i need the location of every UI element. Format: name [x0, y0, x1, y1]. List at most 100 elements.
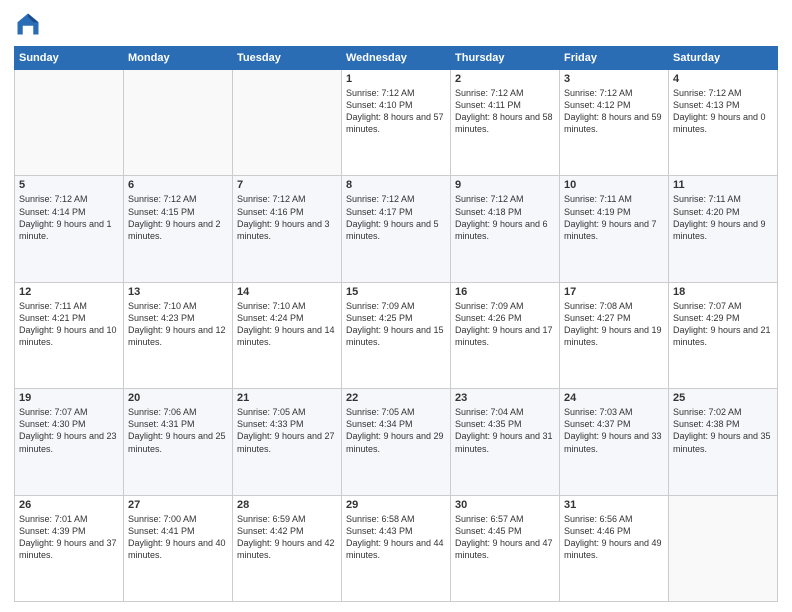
- day-number: 11: [673, 179, 773, 191]
- day-number: 21: [237, 392, 337, 404]
- calendar-cell: 18 Sunrise: 7:07 AM Sunset: 4:29 PM Dayli…: [669, 282, 778, 388]
- day-number: 19: [19, 392, 119, 404]
- page: SundayMondayTuesdayWednesdayThursdayFrid…: [0, 0, 792, 612]
- calendar-cell: 27Sunrise: 7:00 AM Sunset: 4:41 PM Dayli…: [124, 495, 233, 601]
- day-info: Sunrise: 7:12 AM Sunset: 4:13 PM Dayligh…: [673, 87, 773, 136]
- calendar-cell: [233, 70, 342, 176]
- calendar-cell: 6 Sunrise: 7:12 AM Sunset: 4:15 PM Daylig…: [124, 176, 233, 282]
- calendar-cell: 3 Sunrise: 7:12 AM Sunset: 4:12 PM Daylig…: [560, 70, 669, 176]
- day-info: Sunrise: 7:10 AM Sunset: 4:23 PM Dayligh…: [128, 300, 228, 349]
- day-number: 28: [237, 499, 337, 511]
- day-number: 22: [346, 392, 446, 404]
- day-number: 12: [19, 286, 119, 298]
- day-info: Sunrise: 7:12 AM Sunset: 4:12 PM Dayligh…: [564, 87, 664, 136]
- calendar-cell: 15 Sunrise: 7:09 AM Sunset: 4:25 PM Dayli…: [342, 282, 451, 388]
- calendar-cell: [124, 70, 233, 176]
- day-info: Sunrise: 7:12 AM Sunset: 4:14 PM Dayligh…: [19, 193, 119, 242]
- day-number: 31: [564, 499, 664, 511]
- calendar-cell: 26 Sunrise: 7:01 AM Sunset: 4:39 PM Dayli…: [15, 495, 124, 601]
- day-info: Sunrise: 7:12 AM Sunset: 4:15 PM Dayligh…: [128, 193, 228, 242]
- day-info: Sunrise: 7:05 AM Sunset: 4:33 PM Dayligh…: [237, 406, 337, 455]
- calendar-cell: 13 Sunrise: 7:10 AM Sunset: 4:23 PM Dayli…: [124, 282, 233, 388]
- day-number: 4: [673, 73, 773, 85]
- calendar-cell: 12Sunrise: 7:11 AM Sunset: 4:21 PM Dayli…: [15, 282, 124, 388]
- calendar-header-wednesday: Wednesday: [342, 47, 451, 70]
- day-number: 2: [455, 73, 555, 85]
- logo-icon: [14, 10, 42, 38]
- calendar-week-4: 19 Sunrise: 7:07 AM Sunset: 4:30 PM Dayli…: [15, 389, 778, 495]
- calendar-cell: 22Sunrise: 7:05 AM Sunset: 4:34 PM Dayli…: [342, 389, 451, 495]
- calendar-cell: 20 Sunrise: 7:06 AM Sunset: 4:31 PM Dayli…: [124, 389, 233, 495]
- day-info: Sunrise: 7:07 AM Sunset: 4:29 PM Dayligh…: [673, 300, 773, 349]
- calendar-cell: [15, 70, 124, 176]
- day-info: Sunrise: 7:09 AM Sunset: 4:26 PM Dayligh…: [455, 300, 555, 349]
- day-info: Sunrise: 7:12 AM Sunset: 4:11 PM Dayligh…: [455, 87, 555, 136]
- day-info: Sunrise: 6:56 AM Sunset: 4:46 PM Dayligh…: [564, 513, 664, 562]
- calendar-cell: 16Sunrise: 7:09 AM Sunset: 4:26 PM Dayli…: [451, 282, 560, 388]
- day-number: 7: [237, 179, 337, 191]
- day-info: Sunrise: 7:06 AM Sunset: 4:31 PM Dayligh…: [128, 406, 228, 455]
- day-number: 13: [128, 286, 228, 298]
- day-number: 15: [346, 286, 446, 298]
- day-info: Sunrise: 6:58 AM Sunset: 4:43 PM Dayligh…: [346, 513, 446, 562]
- day-number: 3: [564, 73, 664, 85]
- calendar-cell: 7 Sunrise: 7:12 AM Sunset: 4:16 PM Daylig…: [233, 176, 342, 282]
- calendar-cell: 19 Sunrise: 7:07 AM Sunset: 4:30 PM Dayli…: [15, 389, 124, 495]
- calendar-cell: 10Sunrise: 7:11 AM Sunset: 4:19 PM Dayli…: [560, 176, 669, 282]
- calendar-cell: 5 Sunrise: 7:12 AM Sunset: 4:14 PM Daylig…: [15, 176, 124, 282]
- calendar-cell: 29 Sunrise: 6:58 AM Sunset: 4:43 PM Dayli…: [342, 495, 451, 601]
- day-info: Sunrise: 7:11 AM Sunset: 4:19 PM Dayligh…: [564, 193, 664, 242]
- day-number: 20: [128, 392, 228, 404]
- calendar-header-saturday: Saturday: [669, 47, 778, 70]
- day-number: 17: [564, 286, 664, 298]
- calendar-cell: 1Sunrise: 7:12 AM Sunset: 4:10 PM Daylig…: [342, 70, 451, 176]
- day-info: Sunrise: 7:07 AM Sunset: 4:30 PM Dayligh…: [19, 406, 119, 455]
- calendar-week-5: 26 Sunrise: 7:01 AM Sunset: 4:39 PM Dayli…: [15, 495, 778, 601]
- calendar-cell: 4 Sunrise: 7:12 AM Sunset: 4:13 PM Daylig…: [669, 70, 778, 176]
- calendar-cell: 24 Sunrise: 7:03 AM Sunset: 4:37 PM Dayli…: [560, 389, 669, 495]
- day-number: 1: [346, 73, 446, 85]
- day-info: Sunrise: 7:04 AM Sunset: 4:35 PM Dayligh…: [455, 406, 555, 455]
- day-number: 18: [673, 286, 773, 298]
- day-number: 27: [128, 499, 228, 511]
- day-number: 24: [564, 392, 664, 404]
- day-number: 29: [346, 499, 446, 511]
- day-info: Sunrise: 7:12 AM Sunset: 4:16 PM Dayligh…: [237, 193, 337, 242]
- calendar-cell: 25 Sunrise: 7:02 AM Sunset: 4:38 PM Dayli…: [669, 389, 778, 495]
- day-info: Sunrise: 6:59 AM Sunset: 4:42 PM Dayligh…: [237, 513, 337, 562]
- day-number: 9: [455, 179, 555, 191]
- calendar-cell: 8 Sunrise: 7:12 AM Sunset: 4:17 PM Daylig…: [342, 176, 451, 282]
- day-info: Sunrise: 7:11 AM Sunset: 4:20 PM Dayligh…: [673, 193, 773, 242]
- header: [14, 10, 778, 38]
- day-info: Sunrise: 7:12 AM Sunset: 4:17 PM Dayligh…: [346, 193, 446, 242]
- day-info: Sunrise: 7:12 AM Sunset: 4:18 PM Dayligh…: [455, 193, 555, 242]
- day-number: 14: [237, 286, 337, 298]
- day-info: Sunrise: 7:08 AM Sunset: 4:27 PM Dayligh…: [564, 300, 664, 349]
- day-number: 23: [455, 392, 555, 404]
- day-number: 26: [19, 499, 119, 511]
- calendar-week-2: 5 Sunrise: 7:12 AM Sunset: 4:14 PM Daylig…: [15, 176, 778, 282]
- day-info: Sunrise: 7:10 AM Sunset: 4:24 PM Dayligh…: [237, 300, 337, 349]
- calendar-table: SundayMondayTuesdayWednesdayThursdayFrid…: [14, 46, 778, 602]
- calendar-cell: 2 Sunrise: 7:12 AM Sunset: 4:11 PM Daylig…: [451, 70, 560, 176]
- calendar-cell: 21 Sunrise: 7:05 AM Sunset: 4:33 PM Dayli…: [233, 389, 342, 495]
- day-number: 5: [19, 179, 119, 191]
- calendar-header-thursday: Thursday: [451, 47, 560, 70]
- calendar-cell: 30Sunrise: 6:57 AM Sunset: 4:45 PM Dayli…: [451, 495, 560, 601]
- day-number: 30: [455, 499, 555, 511]
- day-info: Sunrise: 7:02 AM Sunset: 4:38 PM Dayligh…: [673, 406, 773, 455]
- calendar-header-tuesday: Tuesday: [233, 47, 342, 70]
- calendar-cell: [669, 495, 778, 601]
- day-number: 8: [346, 179, 446, 191]
- calendar-cell: 17 Sunrise: 7:08 AM Sunset: 4:27 PM Dayli…: [560, 282, 669, 388]
- calendar-header-friday: Friday: [560, 47, 669, 70]
- day-info: Sunrise: 7:01 AM Sunset: 4:39 PM Dayligh…: [19, 513, 119, 562]
- day-number: 6: [128, 179, 228, 191]
- day-number: 25: [673, 392, 773, 404]
- calendar-cell: 9 Sunrise: 7:12 AM Sunset: 4:18 PM Daylig…: [451, 176, 560, 282]
- calendar-header-sunday: Sunday: [15, 47, 124, 70]
- day-info: Sunrise: 7:03 AM Sunset: 4:37 PM Dayligh…: [564, 406, 664, 455]
- day-info: Sunrise: 7:09 AM Sunset: 4:25 PM Dayligh…: [346, 300, 446, 349]
- calendar-week-1: 1Sunrise: 7:12 AM Sunset: 4:10 PM Daylig…: [15, 70, 778, 176]
- logo: [14, 10, 46, 38]
